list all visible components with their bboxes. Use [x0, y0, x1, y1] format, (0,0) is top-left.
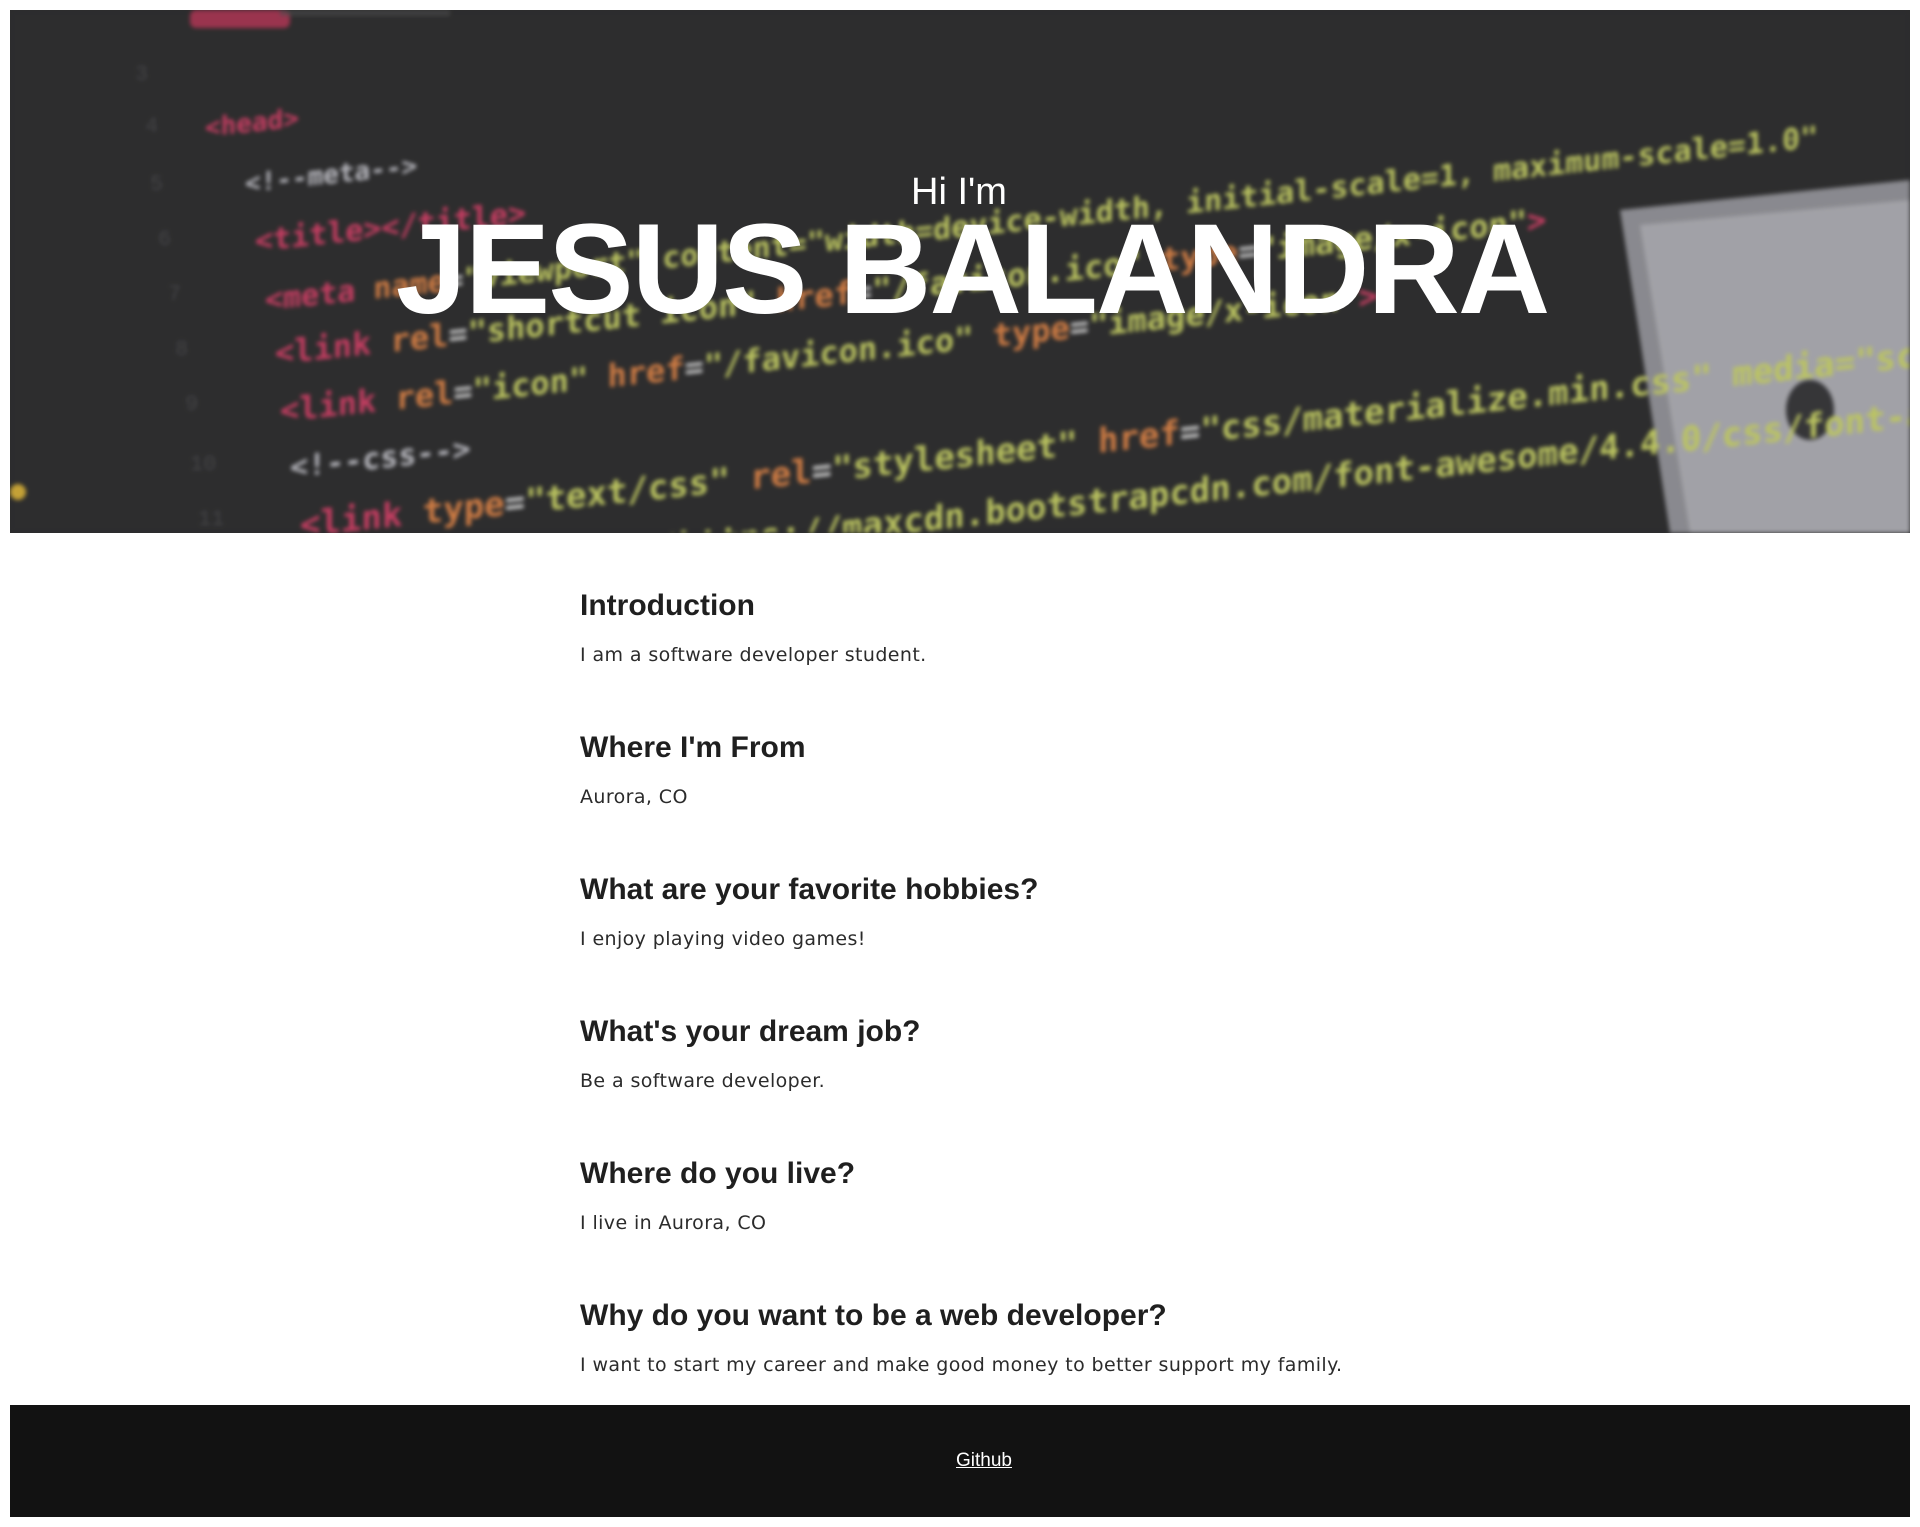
- section-heading: What are your favorite hobbies?: [580, 873, 1039, 906]
- main-content: Introduction I am a software developer s…: [580, 533, 1480, 1385]
- section-hobbies: What are your favorite hobbies? I enjoy …: [580, 817, 1480, 959]
- section-introduction: Introduction I am a software developer s…: [580, 533, 1480, 675]
- section-why-web-dev: Why do you want to be a web developer? I…: [580, 1243, 1480, 1385]
- section-heading: What's your dream job?: [580, 1015, 921, 1048]
- section-heading: Why do you want to be a web developer?: [580, 1299, 1167, 1332]
- section-where-from: Where I'm From Aurora, CO: [580, 675, 1480, 817]
- section-heading: Where do you live?: [580, 1157, 856, 1190]
- section-heading: Where I'm From: [580, 731, 806, 764]
- section-text: I live in Aurora, CO: [580, 1212, 767, 1234]
- section-text: I enjoy playing video games!: [580, 928, 866, 950]
- github-link[interactable]: Github: [34, 1450, 1920, 1472]
- hero-name: JESUS BALANDRA: [395, 198, 1551, 341]
- section-text: I want to start my career and make good …: [580, 1354, 1343, 1376]
- hero-banner: 3 4 5 6 7 8 9 10 11 <head> <!--meta--> <…: [10, 10, 1910, 533]
- section-heading: Introduction: [580, 589, 755, 622]
- section-text: Aurora, CO: [580, 786, 688, 808]
- section-where-live: Where do you live? I live in Aurora, CO: [580, 1101, 1480, 1243]
- section-text: Be a software developer.: [580, 1070, 826, 1092]
- footer: Github: [10, 1405, 1910, 1517]
- page: 3 4 5 6 7 8 9 10 11 <head> <!--meta--> <…: [10, 10, 1910, 1517]
- section-dream-job: What's your dream job? Be a software dev…: [580, 959, 1480, 1101]
- section-text: I am a software developer student.: [580, 644, 927, 666]
